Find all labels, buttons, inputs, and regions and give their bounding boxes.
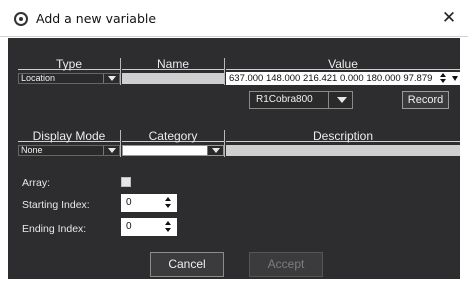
robot-combo[interactable]: R1Cobra800 <box>249 91 353 109</box>
ending-index-label: Ending Index: <box>22 223 87 235</box>
spinner-down-icon[interactable] <box>165 228 171 232</box>
app-icon <box>14 12 28 26</box>
column-divider <box>120 58 121 85</box>
display-mode-value: None <box>21 145 43 155</box>
display-mode-header: Display Mode <box>18 130 120 142</box>
title-bar: Add a new variable ✕ <box>0 0 468 37</box>
chevron-down-icon <box>328 92 352 108</box>
spinner-up-icon[interactable] <box>165 197 171 201</box>
value-header: Value <box>226 58 460 70</box>
column-divider <box>120 130 121 157</box>
type-combo[interactable]: Location <box>18 73 120 84</box>
category-combo[interactable] <box>122 145 224 156</box>
chevron-down-icon <box>207 146 223 155</box>
value-input[interactable]: 637.000 148.000 216.421 0.000 180.000 97… <box>226 72 460 85</box>
category-header: Category <box>122 130 224 142</box>
array-label: Array: <box>22 177 51 189</box>
ending-index-value: 0 <box>126 221 132 232</box>
column-divider <box>224 58 225 85</box>
type-header: Type <box>18 58 120 70</box>
robot-combo-value: R1Cobra800 <box>256 94 313 105</box>
starting-index-stepper[interactable]: 0 <box>121 194 177 212</box>
name-header: Name <box>122 58 224 70</box>
cancel-button[interactable]: Cancel <box>150 252 224 277</box>
chevron-down-icon <box>103 74 119 83</box>
ending-index-stepper[interactable]: 0 <box>121 218 177 236</box>
spinner-down-icon[interactable] <box>165 204 171 208</box>
spinner-icon[interactable] <box>440 73 446 84</box>
type-combo-value: Location <box>21 73 56 83</box>
description-input[interactable] <box>226 145 460 156</box>
display-mode-combo[interactable]: None <box>18 145 120 156</box>
column-divider <box>224 130 225 157</box>
chevron-down-icon <box>103 146 119 155</box>
chevron-down-icon[interactable] <box>452 76 458 81</box>
description-header: Description <box>226 130 460 142</box>
array-checkbox[interactable] <box>121 177 131 187</box>
accept-button: Accept <box>249 252 323 277</box>
value-text: 637.000 148.000 216.421 0.000 180.000 97… <box>229 73 433 84</box>
window-title: Add a new variable <box>36 11 157 26</box>
dialog-body: Type Name Value Location 637.000 148.000… <box>8 38 460 279</box>
close-button[interactable]: ✕ <box>438 7 460 29</box>
spinner-up-icon[interactable] <box>165 221 171 225</box>
record-button[interactable]: Record <box>402 91 449 109</box>
name-input[interactable] <box>122 73 224 84</box>
starting-index-label: Starting Index: <box>22 199 90 211</box>
starting-index-value: 0 <box>126 197 132 208</box>
